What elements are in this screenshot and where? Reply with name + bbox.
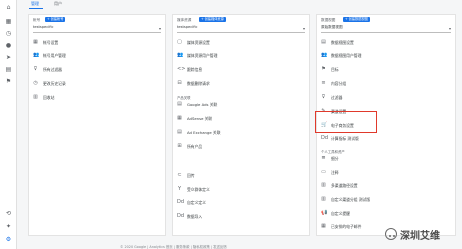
chevron-down-icon: ▾ (302, 26, 305, 31)
behavior-icon[interactable]: ▤ (5, 66, 12, 73)
custom-definition-icon: Dd (177, 199, 185, 205)
account-selector[interactable]: testspecific ▾ (33, 25, 161, 33)
watermark-text: 深圳艾维 (400, 231, 440, 242)
account-column: 帐号 + 创建帐号 testspecific ▾ ▦ 帐号设置 👥 帐号用户管理… (28, 14, 166, 236)
attribution-icon[interactable]: ⟲ (5, 210, 12, 217)
ad-exchange-icon: ▤ (177, 129, 182, 135)
data-import-icon: Dd (177, 213, 185, 219)
home-icon[interactable]: ⌂ (5, 4, 12, 11)
alert-icon: 📢 (321, 210, 328, 216)
chevron-down-icon: ▾ (448, 26, 451, 31)
filter-icon: ⊽ (33, 66, 38, 72)
create-view-button[interactable]: + 创建数据视图 (343, 17, 370, 22)
account-column-header: 帐号 (33, 18, 41, 22)
wechat-logo-icon (385, 228, 397, 240)
view-column-header: 数据视图 (321, 18, 336, 22)
trash-icon: ▥ (33, 94, 38, 100)
page-footer: © 2020 Google | Analytics 首页 | 服务条款 | 隐私… (120, 245, 227, 249)
audience-fork-icon: Y (177, 186, 182, 192)
property-column: 媒体资源 + 创建媒体资源 testspecific ▾ ▢ 媒体资源设置 👥 … (172, 14, 310, 236)
building-icon: ▦ (33, 39, 38, 45)
flag-icon: ⚑ (321, 66, 326, 72)
discover-icon[interactable]: ✦ (5, 223, 12, 230)
create-property-button[interactable]: + 创建媒体资源 (199, 17, 226, 22)
annotation-icon: ▭ (321, 169, 326, 175)
calendar-icon: ▦ (321, 223, 326, 229)
property-selector[interactable]: testspecific ▾ (177, 25, 305, 33)
acquisition-icon[interactable]: ➤ (5, 54, 12, 61)
postback-icon: ⊂ (177, 172, 182, 178)
multichannel-icon: ▥ (321, 182, 326, 188)
active-tab-indicator (29, 8, 43, 9)
document-icon: ▤ (321, 39, 326, 45)
segment-icon: ≣ (321, 155, 326, 161)
customization-icon[interactable]: ▦ (5, 18, 12, 25)
users-icon: 👥 (177, 52, 184, 58)
adsense-icon: ▦ (177, 115, 182, 121)
conversions-icon[interactable]: ⚑ (5, 78, 12, 85)
admin-page: ⌂ ▦ ◷ ● ➤ ▤ ⚑ ⟲ ✦ ⚙ 管理 用户 帐号 + 创建帐号 test… (0, 0, 462, 249)
filter-icon: ⊽ (321, 94, 326, 100)
create-account-button[interactable]: + 创建帐号 (45, 17, 66, 22)
personal-tools-label: 个人工具和资产 (321, 150, 345, 154)
settings-square-icon: ▢ (177, 39, 182, 45)
google-ads-icon: ▤ (177, 101, 182, 107)
left-nav-rail: ⌂ ▦ ◷ ● ➤ ▤ ⚑ ⟲ ✦ ⚙ (0, 0, 17, 249)
chevron-down-icon: ▾ (158, 26, 161, 31)
users-icon: 👥 (321, 52, 328, 58)
users-icon: 👥 (33, 52, 40, 58)
tab-user[interactable]: 用户 (54, 1, 62, 7)
calculator-icon: Dd (321, 135, 329, 141)
product-linking-label: 产品关联 (177, 96, 191, 100)
grid-icon: ⊞ (177, 143, 182, 149)
property-selector-value: testspecific (177, 25, 198, 29)
admin-gear-icon[interactable]: ⚙ (5, 236, 12, 243)
wechat-watermark: 深圳艾维 (385, 227, 461, 242)
account-selector-value: testspecific (33, 25, 54, 29)
ecommerce-settings-highlight (315, 111, 377, 133)
view-selector-value: 原始数据视图 (321, 25, 343, 29)
audience-icon[interactable]: ● (5, 42, 12, 49)
realtime-icon[interactable]: ◷ (5, 30, 12, 37)
property-column-header: 媒体资源 (177, 18, 192, 22)
view-selector[interactable]: 原始数据视图 ▾ (321, 25, 451, 33)
code-icon: <> (177, 66, 186, 72)
content-group-icon: ≡ (321, 80, 326, 86)
history-icon: ◷ (33, 80, 38, 86)
delete-data-icon: ⊟ (177, 80, 182, 86)
tab-admin[interactable]: 管理 (31, 1, 39, 7)
channel-grouping-icon: ▥ (321, 196, 326, 202)
